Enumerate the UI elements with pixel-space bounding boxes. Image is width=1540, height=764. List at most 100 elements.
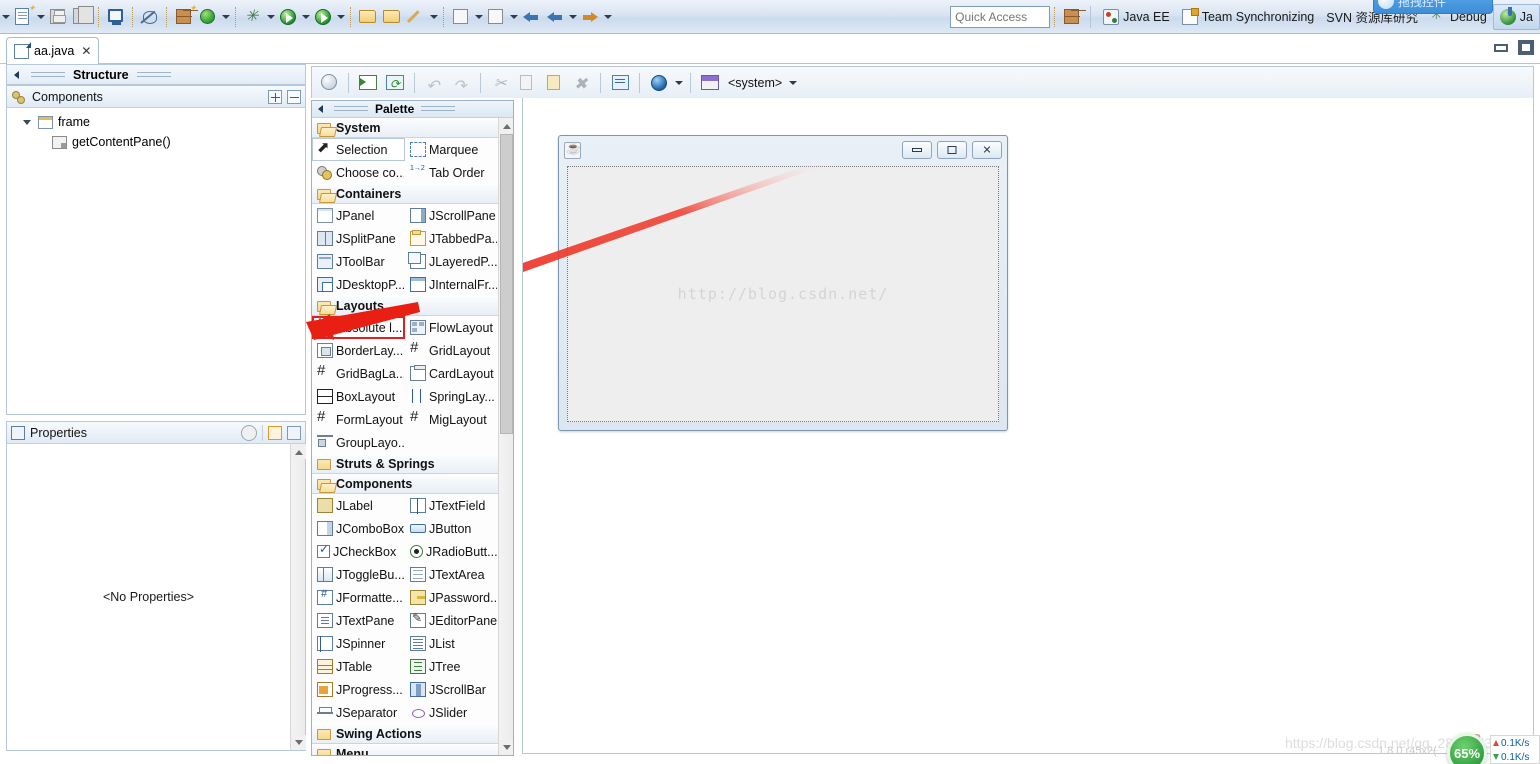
expand-all-button[interactable]	[268, 89, 282, 104]
toolbar-button-run-on-server[interactable]	[311, 4, 335, 30]
toolbar-button-save[interactable]	[46, 4, 70, 30]
jframe-maximize-button[interactable]	[937, 141, 967, 159]
palette-item-absolute-layout[interactable]: Absolute l...	[312, 316, 405, 339]
scroll-up-icon[interactable]	[499, 118, 513, 133]
paste-icon[interactable]	[541, 71, 567, 95]
palette-item-flowlayout[interactable]: FlowLayout	[405, 316, 498, 339]
debug-dropdown-arrow[interactable]	[265, 6, 276, 28]
previous-dropdown-arrow[interactable]	[567, 6, 578, 28]
toolbar-button-run[interactable]	[276, 4, 300, 30]
palette-item-jdesktoppane[interactable]: JDesktopP...	[312, 273, 405, 296]
run-server-dropdown-arrow[interactable]	[335, 6, 346, 28]
jframe-minimize-button[interactable]	[902, 141, 932, 159]
palette-item-borderlayout[interactable]: BorderLay...	[312, 339, 405, 362]
test-preview-icon[interactable]	[316, 71, 342, 95]
palette-item-jinternalframe[interactable]: JInternalFr...	[405, 273, 498, 296]
toolbar-button-edit[interactable]	[404, 4, 428, 30]
palette-item-jeditorpane[interactable]: JEditorPane	[405, 609, 498, 632]
palette-category-layouts[interactable]: Layouts	[312, 296, 498, 316]
minimize-icon[interactable]	[1494, 43, 1508, 52]
palette-item-jprogressbar[interactable]: JProgress...	[312, 678, 405, 701]
externalize-strings-icon[interactable]	[607, 71, 633, 95]
chevron-down-icon[interactable]	[21, 116, 33, 128]
palette-item-jtextpane[interactable]: JTextPane	[312, 609, 405, 632]
palette-item-formlayout[interactable]: FormLayout	[312, 408, 405, 431]
redo-icon[interactable]: ↷	[448, 71, 474, 95]
toolbar-button-new-java-class[interactable]: ✦	[172, 3, 197, 30]
palette-item-jtogglebutton[interactable]: JToggleBu...	[312, 563, 405, 586]
toolbar-button-open-folder[interactable]	[380, 4, 404, 30]
palette-item-jtable[interactable]: JTable	[312, 655, 405, 678]
palette-item-jtoolbar[interactable]: JToolBar	[312, 250, 405, 273]
toolbar-button-print[interactable]	[104, 4, 128, 30]
show-events-button[interactable]	[287, 425, 301, 440]
external-tools-dropdown-arrow[interactable]	[473, 6, 484, 28]
palette-item-jtextfield[interactable]: JTextField	[405, 494, 498, 517]
quick-access-input[interactable]	[950, 5, 1051, 28]
palette-item-tab-order[interactable]: Tab Order	[405, 161, 498, 184]
palette-item-jlabel[interactable]: JLabel	[312, 494, 405, 517]
next-dropdown-arrow[interactable]	[602, 6, 613, 28]
palette-item-jpasswordfield[interactable]: JPassword...	[405, 586, 498, 609]
palette-category-swing-actions[interactable]: Swing Actions	[312, 724, 498, 744]
palette-item-jbutton[interactable]: JButton	[405, 517, 498, 540]
palette-item-miglayout[interactable]: MigLayout	[405, 408, 498, 431]
palette-category-containers[interactable]: Containers	[312, 184, 498, 204]
toolbar-button-previous[interactable]	[543, 4, 567, 30]
palette-category-components[interactable]: Components	[312, 474, 498, 494]
toolbar-overflow-arrow[interactable]	[0, 6, 11, 28]
palette-item-jlayeredpane[interactable]: JLayeredP...	[405, 250, 498, 273]
scroll-down-icon[interactable]	[291, 735, 306, 750]
jframe-content-pane[interactable]: http://blog.csdn.net/	[567, 166, 999, 422]
run-dropdown-arrow[interactable]	[300, 6, 311, 28]
scroll-down-icon[interactable]	[499, 740, 513, 755]
tree-item-content-pane[interactable]: getContentPane()	[7, 132, 305, 152]
toolbar-button-save-all[interactable]	[70, 4, 94, 30]
palette-item-jscrollbar[interactable]: JScrollBar	[405, 678, 498, 701]
toolbar-button-open-type[interactable]	[196, 4, 220, 30]
palette-item-boxlayout[interactable]: BoxLayout	[312, 385, 405, 408]
palette-item-selection[interactable]: Selection	[312, 138, 405, 161]
floating-popup-badge[interactable]: 拖拽控件	[1373, 0, 1493, 14]
scroll-up-icon[interactable]	[291, 444, 306, 459]
toolbar-button-new-project[interactable]	[356, 4, 380, 30]
editor-tab-aa-java[interactable]: aa.java ✕	[6, 37, 100, 64]
collapse-all-button[interactable]	[287, 89, 301, 104]
cut-icon[interactable]: ✂	[487, 71, 513, 95]
toolbar-button-next[interactable]	[578, 4, 602, 30]
palette-item-jslider[interactable]: JSlider	[405, 701, 498, 724]
open-perspective-button[interactable]	[1060, 4, 1084, 30]
locale-dropdown-arrow[interactable]	[673, 72, 684, 94]
jframe-close-button[interactable]: ✕	[972, 141, 1002, 159]
palette-item-jradiobutton[interactable]: JRadioButt...	[405, 540, 498, 563]
palette-item-jsplitpane[interactable]: JSplitPane	[312, 227, 405, 250]
globe-icon[interactable]	[646, 71, 672, 95]
toolbar-button-external-tools[interactable]	[449, 4, 473, 30]
locale-select-arrow[interactable]	[787, 72, 798, 94]
toolbar-button-search[interactable]	[484, 4, 508, 30]
palette-item-gridlayout[interactable]: GridLayout	[405, 339, 498, 362]
goto-definition-button[interactable]	[268, 425, 282, 440]
delete-icon[interactable]: ✖	[568, 71, 594, 95]
palette-item-jtabbedpane[interactable]: JTabbedPa...	[405, 227, 498, 250]
palette-item-jpanel[interactable]: JPanel	[312, 204, 405, 227]
palette-item-jlist[interactable]: JList	[405, 632, 498, 655]
chevron-left-icon[interactable]	[315, 103, 327, 115]
scrollbar-thumb[interactable]	[500, 134, 513, 434]
properties-scrollbar[interactable]	[290, 444, 306, 750]
palette-item-jtextarea[interactable]: JTextArea	[405, 563, 498, 586]
toolbar-button-back[interactable]	[519, 4, 543, 30]
edit-dropdown-arrow[interactable]	[428, 6, 439, 28]
open-type-dropdown-arrow[interactable]	[220, 6, 231, 28]
palette-item-jspinner[interactable]: JSpinner	[312, 632, 405, 655]
copy-icon[interactable]	[514, 71, 540, 95]
palette-category-system[interactable]: System	[312, 118, 498, 138]
palette-item-jtree[interactable]: JTree	[405, 655, 498, 678]
palette-item-jscrollpane[interactable]: JScrollPane	[405, 204, 498, 227]
palette-item-jformattedtextfield[interactable]: JFormatte...	[312, 586, 405, 609]
maximize-icon[interactable]	[1518, 40, 1534, 55]
palette-item-choose-component[interactable]: Choose co...	[312, 161, 405, 184]
close-icon[interactable]: ✕	[81, 44, 91, 58]
palette-category-menu[interactable]: Menu	[312, 744, 498, 755]
refresh-icon[interactable]: ⟳	[382, 71, 408, 95]
